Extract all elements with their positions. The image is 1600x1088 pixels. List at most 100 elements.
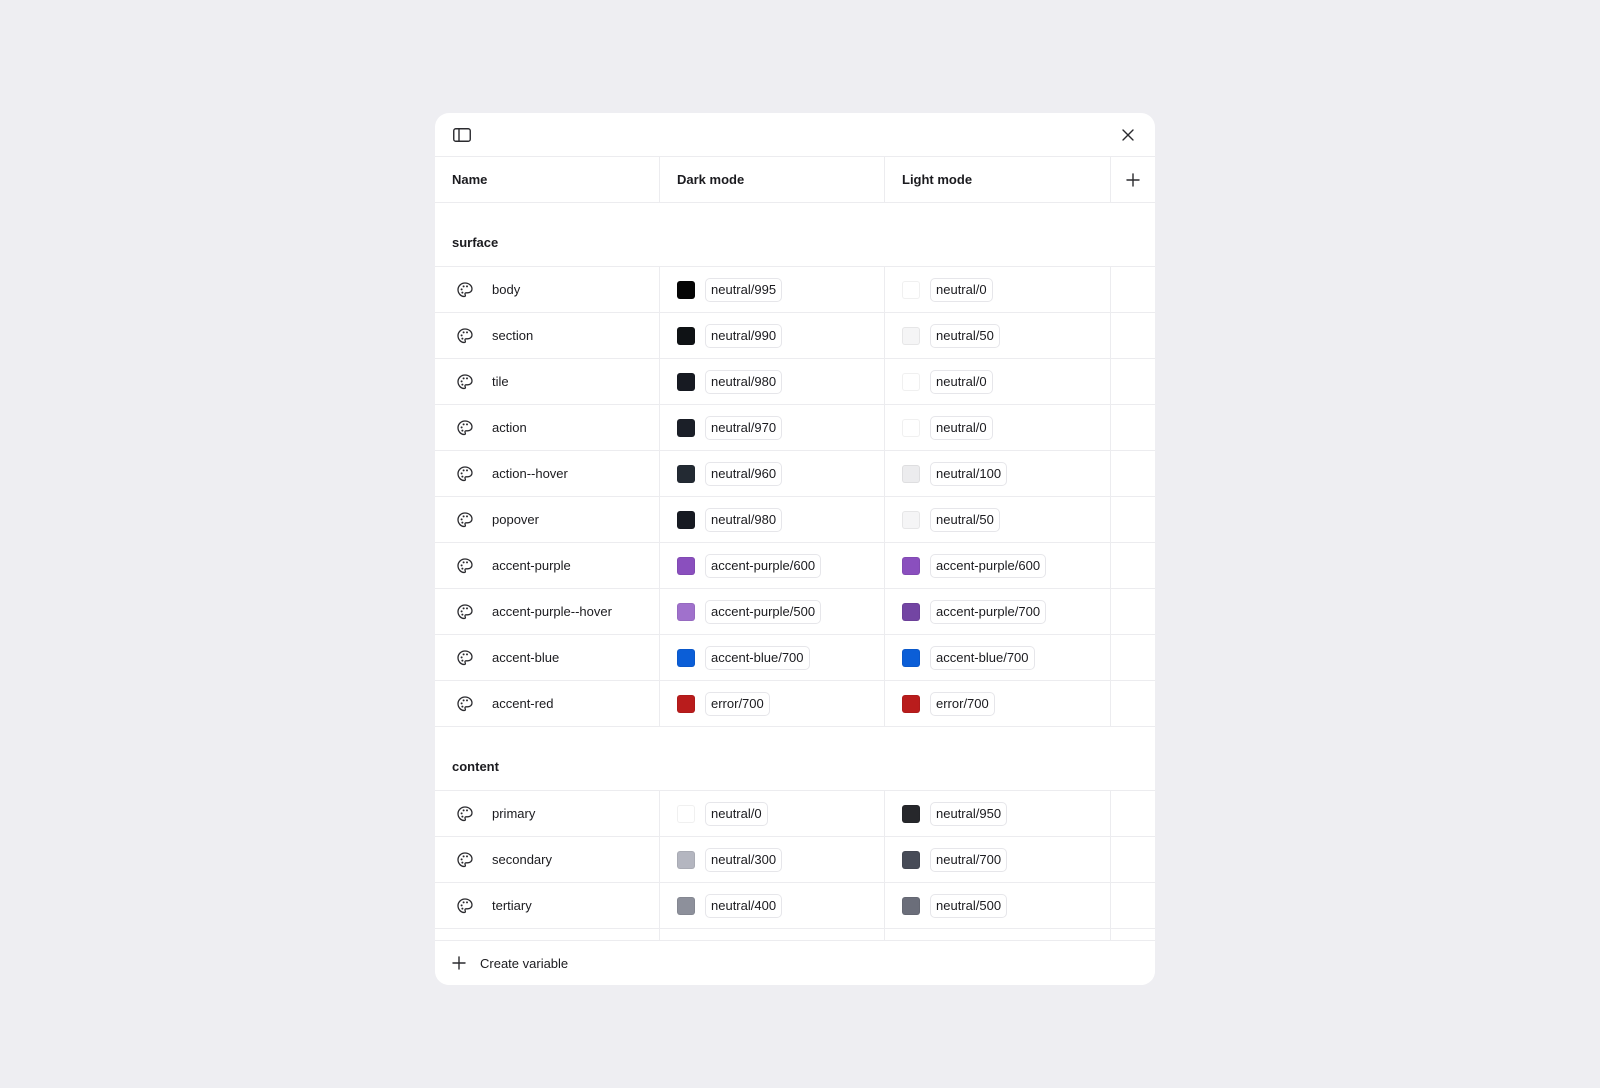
dark-mode-value-cell[interactable]: neutral/980 [660,497,885,542]
column-header-light-mode[interactable]: Light mode [885,157,1111,202]
color-swatch[interactable] [677,896,695,915]
variable-row[interactable]: accent-red error/700 error/700 [435,681,1155,727]
color-swatch[interactable] [902,804,920,823]
variable-row[interactable]: accent-purple--hover accent-purple/500 acc… [435,589,1155,635]
token-alias-chip[interactable]: neutral/50 [930,323,1000,348]
variable-row[interactable]: secondary neutral/300 neutral/700 [435,837,1155,883]
light-mode-value-cell[interactable]: neutral/0 [885,405,1111,450]
token-alias-chip[interactable]: accent-purple/600 [930,553,1047,578]
dark-mode-value-cell[interactable]: neutral/990 [660,313,885,358]
color-swatch[interactable] [902,602,920,621]
light-mode-value-cell[interactable]: neutral/700 [885,837,1111,882]
token-alias-chip[interactable]: accent-purple/700 [930,599,1047,624]
variable-name-cell[interactable]: popover [435,497,660,542]
color-swatch[interactable] [677,510,695,529]
variable-name-cell[interactable]: action--hover [435,451,660,496]
light-mode-value-cell[interactable]: neutral/50 [885,313,1111,358]
color-swatch[interactable] [677,372,695,391]
create-variable-button[interactable]: Create variable [435,940,1155,985]
token-alias-chip[interactable]: neutral/0 [930,415,993,440]
variable-row[interactable]: body neutral/995 neutral/0 [435,267,1155,313]
color-swatch[interactable] [677,850,695,869]
color-swatch[interactable] [902,896,920,915]
color-swatch[interactable] [677,694,695,713]
variable-row[interactable]: popover neutral/980 neutral/50 [435,497,1155,543]
light-mode-value-cell[interactable]: neutral/950 [885,791,1111,836]
variable-name-cell[interactable]: accent-red [435,681,660,726]
light-mode-value-cell[interactable]: neutral/0 [885,267,1111,312]
variable-row[interactable]: action--hover neutral/960 neutral/100 [435,451,1155,497]
token-alias-chip[interactable]: error/700 [930,691,995,716]
dark-mode-value-cell[interactable]: neutral/970 [660,405,885,450]
color-swatch[interactable] [902,372,920,391]
light-mode-value-cell[interactable]: neutral/500 [885,883,1111,928]
token-alias-chip[interactable]: accent-purple/500 [705,599,822,624]
token-alias-chip[interactable]: neutral/960 [705,461,783,486]
variable-row[interactable]: action neutral/970 neutral/0 [435,405,1155,451]
light-mode-value-cell[interactable]: accent-blue/700 [885,635,1111,680]
dark-mode-value-cell[interactable]: neutral/980 [660,359,885,404]
variable-name-cell[interactable]: section [435,313,660,358]
color-swatch[interactable] [677,464,695,483]
dark-mode-value-cell[interactable]: neutral/960 [660,451,885,496]
variable-name-cell[interactable]: accent-purple--hover [435,589,660,634]
add-mode-button[interactable] [1111,157,1155,202]
token-alias-chip[interactable]: neutral/990 [705,323,783,348]
variable-row[interactable]: tile neutral/980 neutral/0 [435,359,1155,405]
light-mode-value-cell[interactable]: error/700 [885,681,1111,726]
variable-name-cell[interactable]: primary [435,791,660,836]
token-alias-chip[interactable]: neutral/50 [930,507,1000,532]
dark-mode-value-cell[interactable]: error/700 [660,681,885,726]
token-alias-chip[interactable]: accent-blue/700 [930,645,1035,670]
color-swatch[interactable] [902,280,920,299]
color-swatch[interactable] [902,464,920,483]
token-alias-chip[interactable]: accent-blue/700 [705,645,810,670]
variable-name-cell[interactable]: body [435,267,660,312]
color-swatch[interactable] [677,556,695,575]
token-alias-chip[interactable]: accent-purple/600 [705,553,822,578]
dark-mode-value-cell[interactable]: accent-purple/600 [660,543,885,588]
light-mode-value-cell[interactable]: accent-purple/700 [885,589,1111,634]
token-alias-chip[interactable]: neutral/980 [705,507,783,532]
sidebar-toggle-icon[interactable] [452,125,472,145]
light-mode-value-cell[interactable]: neutral/50 [885,497,1111,542]
color-swatch[interactable] [677,648,695,667]
dark-mode-value-cell[interactable]: accent-blue/700 [660,635,885,680]
token-alias-chip[interactable]: neutral/100 [930,461,1008,486]
color-swatch[interactable] [902,510,920,529]
color-swatch[interactable] [902,556,920,575]
dark-mode-value-cell[interactable]: neutral/400 [660,883,885,928]
variable-row[interactable]: tertiary neutral/400 neutral/500 [435,883,1155,929]
token-alias-chip[interactable]: neutral/400 [705,893,783,918]
color-swatch[interactable] [677,280,695,299]
color-swatch[interactable] [677,602,695,621]
color-swatch[interactable] [677,326,695,345]
token-alias-chip[interactable]: error/700 [705,691,770,716]
token-alias-chip[interactable]: neutral/0 [930,277,993,302]
dark-mode-value-cell[interactable]: neutral/0 [660,791,885,836]
token-alias-chip[interactable]: neutral/700 [930,847,1008,872]
variable-row[interactable]: accent-blue accent-blue/700 accent-blue/70… [435,635,1155,681]
color-swatch[interactable] [902,418,920,437]
column-header-dark-mode[interactable]: Dark mode [660,157,885,202]
light-mode-value-cell[interactable]: neutral/100 [885,451,1111,496]
dark-mode-value-cell[interactable]: neutral/995 [660,267,885,312]
color-swatch[interactable] [677,804,695,823]
variable-name-cell[interactable]: tertiary [435,883,660,928]
variable-name-cell[interactable]: secondary [435,837,660,882]
color-swatch[interactable] [902,326,920,345]
close-icon[interactable] [1118,125,1138,145]
variable-name-cell[interactable]: accent-blue [435,635,660,680]
dark-mode-value-cell[interactable]: accent-purple/500 [660,589,885,634]
color-swatch[interactable] [902,694,920,713]
variable-row[interactable]: section neutral/990 neutral/50 [435,313,1155,359]
variable-name-cell[interactable]: accent-purple [435,543,660,588]
light-mode-value-cell[interactable]: accent-purple/600 [885,543,1111,588]
variable-name-cell[interactable]: tile [435,359,660,404]
color-swatch[interactable] [902,850,920,869]
light-mode-value-cell[interactable]: neutral/0 [885,359,1111,404]
color-swatch[interactable] [677,418,695,437]
token-alias-chip[interactable]: neutral/0 [705,801,768,826]
token-alias-chip[interactable]: neutral/950 [930,801,1008,826]
token-alias-chip[interactable]: neutral/980 [705,369,783,394]
